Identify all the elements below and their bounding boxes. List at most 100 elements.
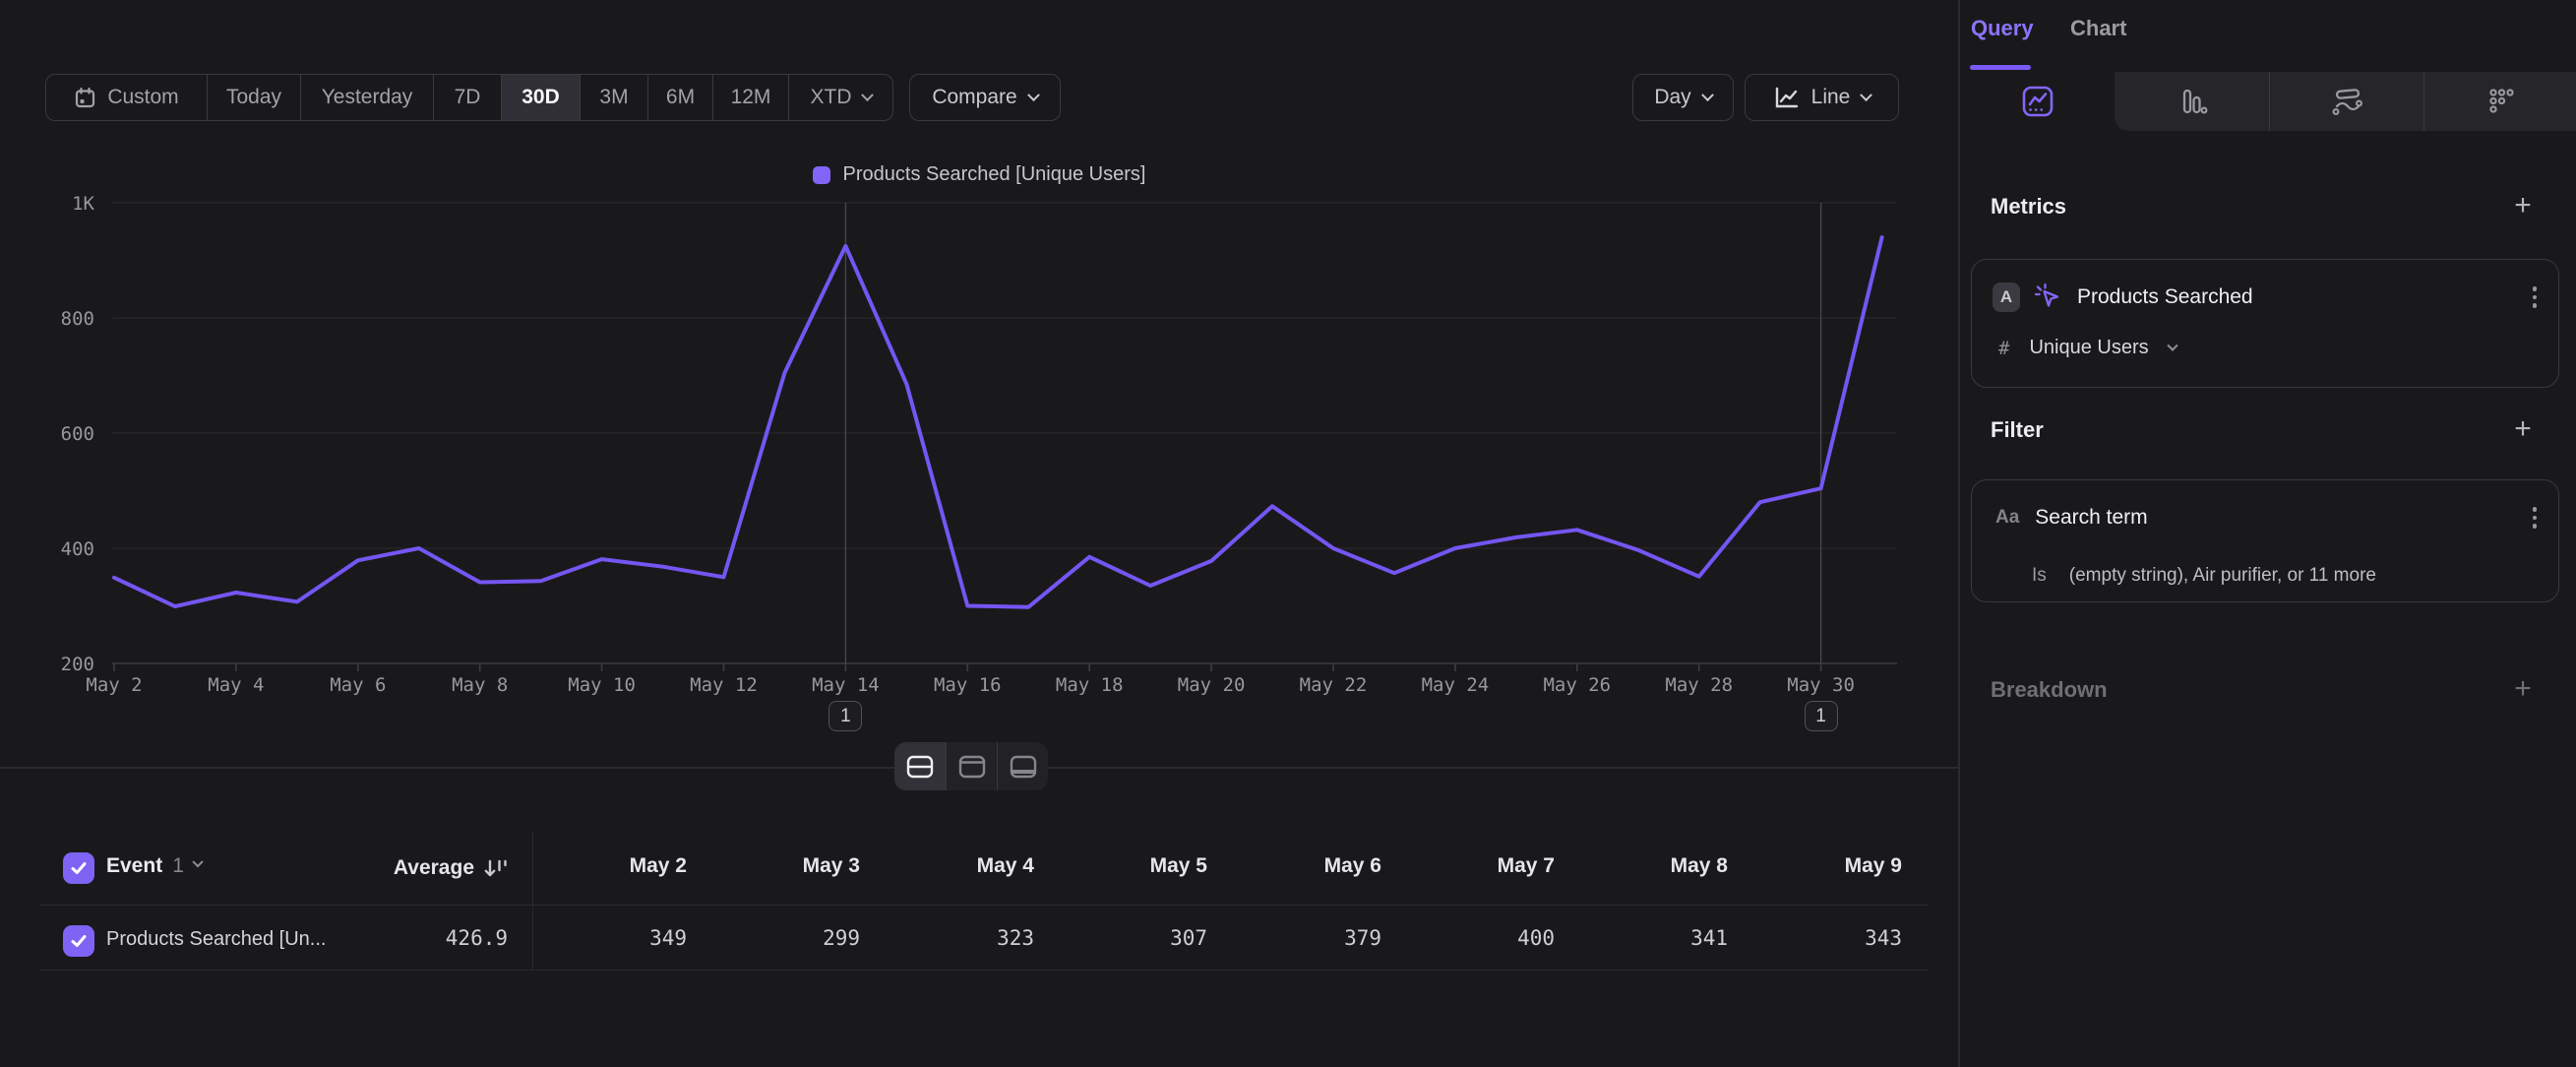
y-axis-label: 400 (61, 538, 94, 560)
y-axis-label: 1K (72, 193, 94, 215)
range-7d[interactable]: 7D (433, 75, 501, 120)
range-label: 12M (731, 86, 771, 109)
y-axis-label: 600 (61, 423, 94, 445)
magic-event-icon (2034, 282, 2063, 312)
date-column-header[interactable]: May 8 (1561, 854, 1728, 878)
range-12m[interactable]: 12M (712, 75, 788, 120)
chevron-down-icon (1860, 89, 1872, 101)
range-label: Yesterday (322, 86, 413, 109)
date-range-selector[interactable]: Custom Today Yesterday 7D 30D3M 6M 12M XTD (45, 74, 893, 121)
x-axis-label: May 6 (330, 674, 386, 696)
insights-line-icon (2021, 85, 2055, 118)
add-filter-button[interactable]: + (2503, 414, 2543, 444)
date-column-header[interactable]: May 6 (1214, 854, 1381, 878)
event-count: 1 (172, 854, 184, 878)
table-cell-value: 323 (867, 926, 1034, 950)
compare-label: Compare (932, 86, 1016, 109)
date-column-header[interactable]: May 3 (693, 854, 860, 878)
x-axis-label: May 24 (1422, 674, 1490, 696)
compare-button[interactable]: Compare (909, 74, 1061, 121)
layout-split-button[interactable] (894, 742, 946, 790)
filter-menu-button[interactable] (2533, 507, 2538, 529)
layout-table-only-button[interactable] (997, 742, 1048, 790)
chevron-down-icon (1701, 89, 1714, 101)
select-all-checkbox[interactable] (63, 852, 94, 884)
date-column-header[interactable]: May 5 (1040, 854, 1207, 878)
tab-chart[interactable]: Chart (2070, 16, 2126, 41)
range-custom[interactable]: Custom (46, 75, 207, 120)
check-icon (69, 931, 89, 951)
range-30d[interactable]: 30D (501, 75, 580, 120)
metric-card[interactable]: A Products Searched # Unique Users (1971, 259, 2559, 388)
table-row-average: 426.9 (276, 926, 508, 950)
tab-flows-chart[interactable] (2269, 72, 2423, 131)
x-axis-label: May 4 (208, 674, 264, 696)
split-view-icon (905, 754, 935, 780)
range-label: Custom (107, 86, 178, 109)
filter-property-name: Search term (2035, 506, 2147, 530)
row-checkbox[interactable] (63, 925, 94, 957)
filter-heading: Filter (1991, 417, 2044, 443)
tab-bar-chart[interactable] (2115, 72, 2269, 131)
event-label: Event (106, 854, 162, 878)
chart-type-button[interactable]: Line (1745, 74, 1899, 121)
add-metric-button[interactable]: + (2503, 191, 2543, 220)
add-breakdown-button[interactable]: + (2503, 674, 2543, 704)
average-label: Average (394, 856, 474, 880)
event-column-header[interactable]: Event 1 (106, 854, 202, 878)
filter-operator[interactable]: Is (2032, 565, 2047, 587)
chevron-down-icon (2167, 340, 2177, 350)
y-axis-label: 800 (61, 308, 94, 330)
active-tab-underline (1970, 65, 2031, 70)
x-axis-label: May 20 (1178, 674, 1246, 696)
flows-icon (2329, 85, 2364, 118)
range-label: 7D (455, 86, 481, 109)
series-line (114, 237, 1882, 607)
line-chart: 1K800600400200May 2May 4May 6May 8May 10… (0, 138, 1958, 748)
x-axis-label: May 12 (690, 674, 758, 696)
check-icon (69, 858, 89, 878)
main-panel: Custom Today Yesterday 7D 30D3M 6M 12M XTD Comp… (0, 0, 1958, 1067)
table-cell-value: 349 (520, 926, 687, 950)
breakdown-heading: Breakdown (1991, 677, 2108, 703)
range-label: XTD (811, 86, 852, 109)
tab-retention-chart[interactable] (2423, 72, 2576, 131)
layout-chart-only-button[interactable] (946, 742, 997, 790)
average-column-header[interactable]: Average (276, 850, 508, 886)
x-axis-label: May 30 (1787, 674, 1855, 696)
granularity-label: Day (1654, 86, 1690, 109)
date-column-header[interactable]: May 4 (867, 854, 1034, 878)
annotation-badge[interactable]: 1 (1805, 701, 1838, 731)
table-cell-value: 299 (693, 926, 860, 950)
range-xtd[interactable]: XTD (788, 75, 892, 120)
series-letter-badge: A (1993, 282, 2020, 312)
x-axis-label: May 2 (86, 674, 142, 696)
filter-value[interactable]: (empty string), Air purifier, or 11 more (2069, 565, 2376, 587)
date-column-header[interactable]: May 2 (520, 854, 687, 878)
annotation-badge[interactable]: 1 (828, 701, 862, 731)
date-column-header[interactable]: May 9 (1735, 854, 1902, 878)
filter-card[interactable]: Aa Search term Is (empty string), Air pu… (1971, 479, 2559, 602)
range-6m[interactable]: 6M (647, 75, 712, 120)
measure-selector[interactable]: Unique Users (2029, 337, 2148, 359)
table-row-divider (39, 970, 1929, 971)
granularity-button[interactable]: Day (1632, 74, 1734, 121)
date-column-header[interactable]: May 7 (1387, 854, 1555, 878)
tab-query[interactable]: Query (1971, 16, 2034, 41)
top-panel-icon (957, 754, 987, 780)
query-sidebar: Query Chart (1958, 0, 2576, 1067)
tab-insights-chart[interactable] (1960, 72, 2115, 131)
range-3m[interactable]: 3M (580, 75, 647, 120)
x-axis-label: May 22 (1300, 674, 1368, 696)
metric-menu-button[interactable] (2533, 286, 2538, 308)
layout-toggle (894, 742, 1048, 790)
range-yesterday[interactable]: Yesterday (300, 75, 433, 120)
table-header-divider (39, 905, 1929, 906)
x-axis-label: May 18 (1056, 674, 1124, 696)
metrics-heading: Metrics (1991, 194, 2066, 220)
chevron-down-icon (1027, 89, 1040, 101)
range-today[interactable]: Today (207, 75, 300, 120)
chevron-down-icon (861, 89, 874, 101)
measure-type-icon: # (1998, 338, 2009, 359)
range-label: 6M (666, 86, 695, 109)
